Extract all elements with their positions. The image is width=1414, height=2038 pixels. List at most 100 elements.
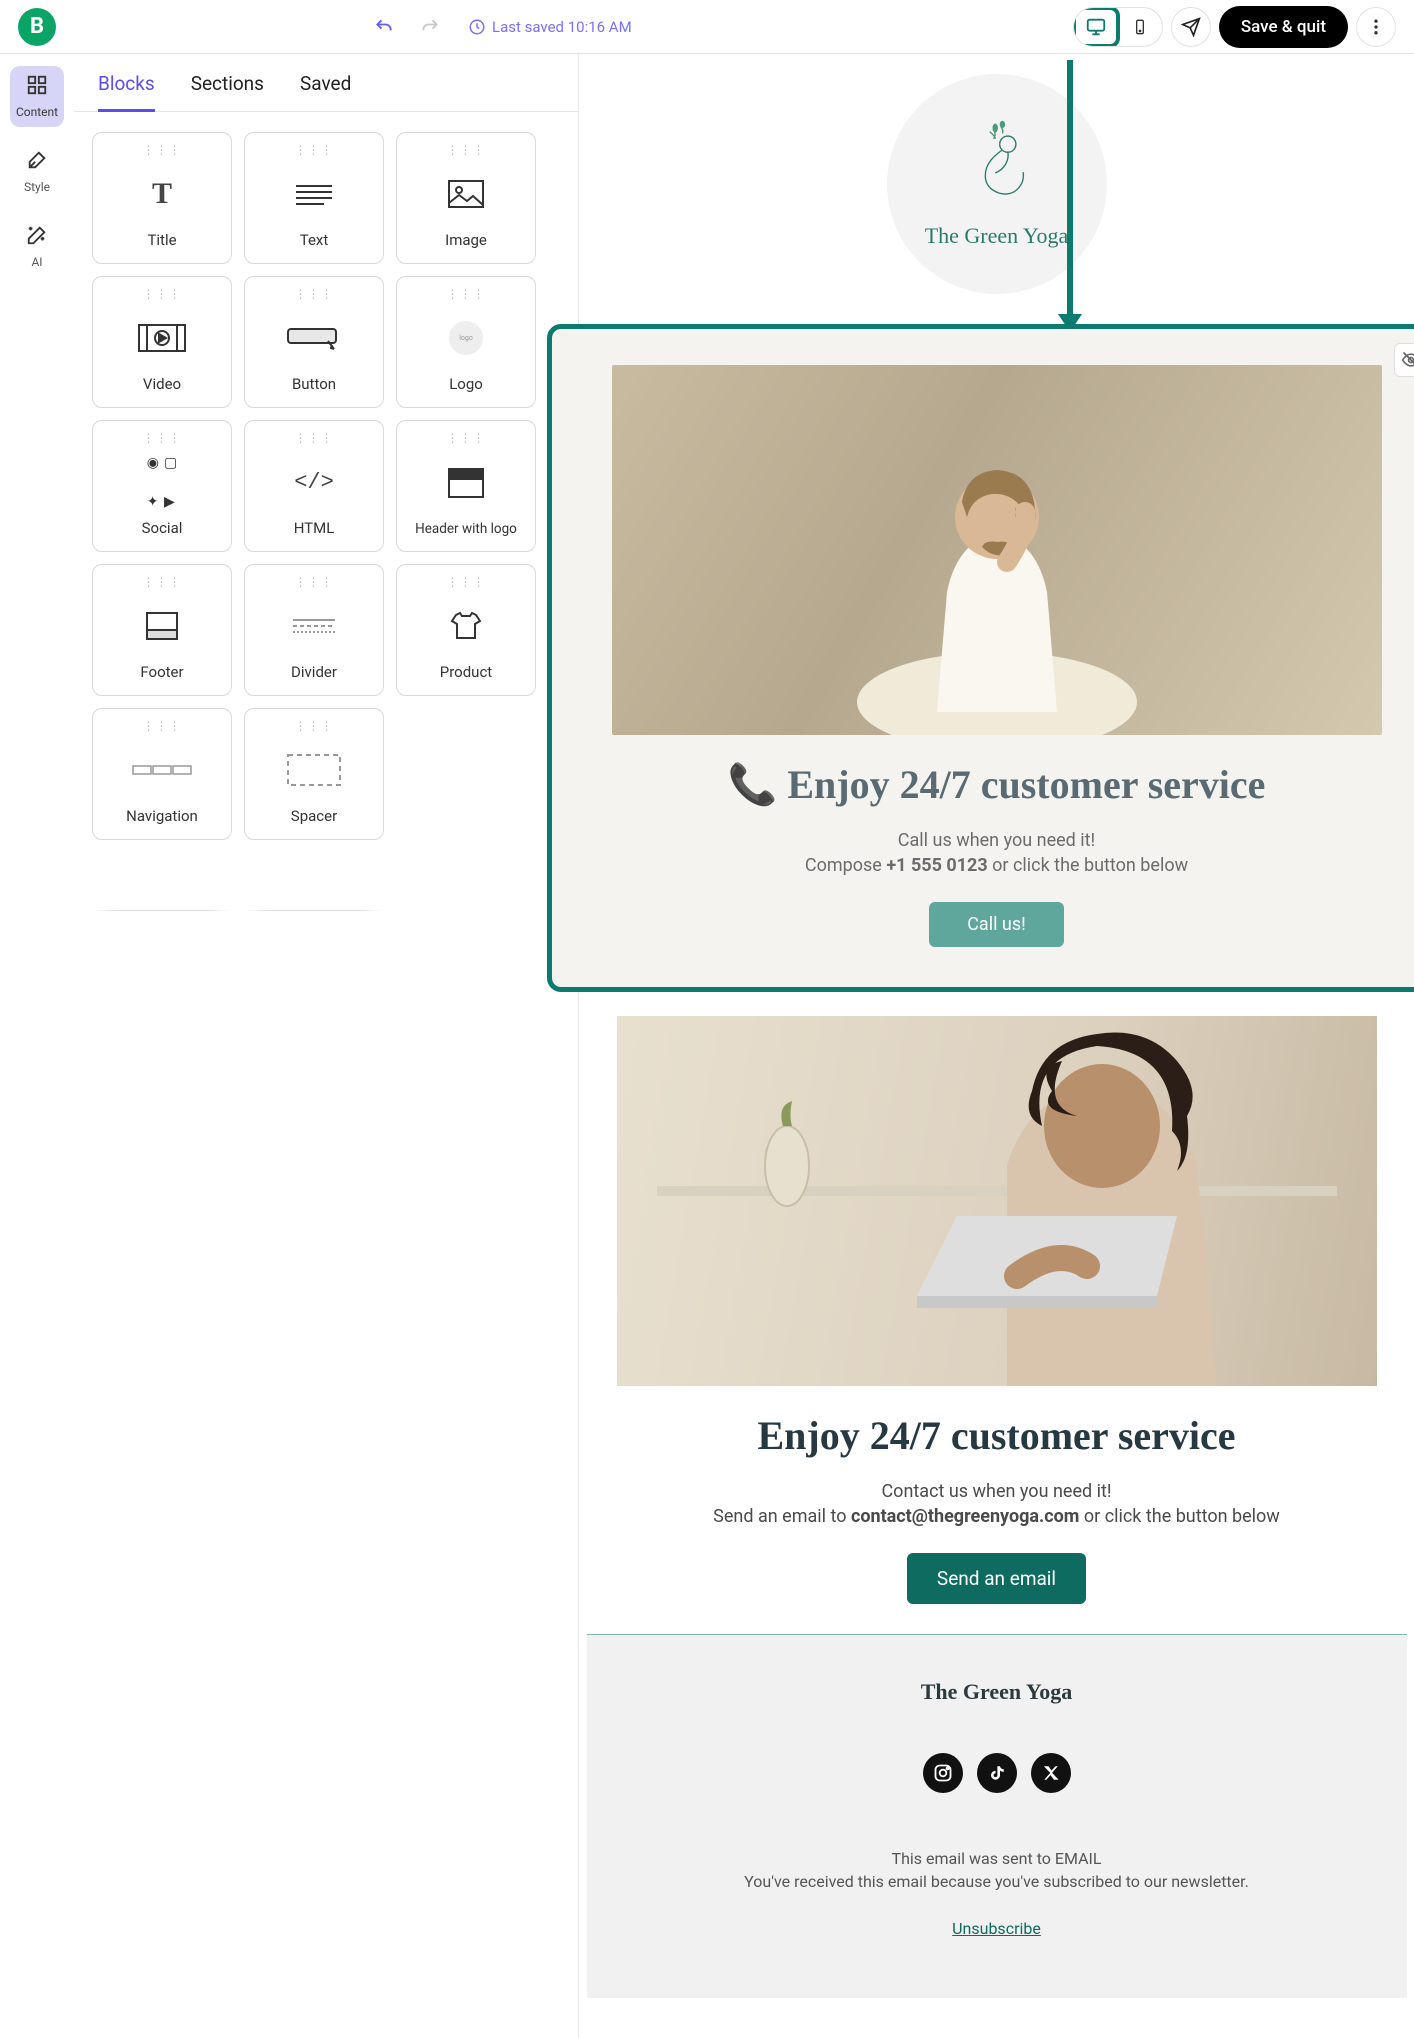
selected-section[interactable]: 📞 Enjoy 24/7 customer service Call us wh… (547, 324, 1414, 992)
block-label: Title (147, 231, 176, 249)
section-hero-image[interactable] (617, 1016, 1377, 1386)
block-social[interactable]: ⋮⋮⋮ ◉▢✦▶ Social (92, 420, 232, 552)
block-label: Product (440, 663, 492, 681)
save-quit-button[interactable]: Save & quit (1219, 6, 1348, 48)
drag-handle-icon: ⋮⋮⋮ (295, 143, 334, 157)
footer-sent-to: This email was sent to EMAIL (617, 1849, 1377, 1868)
block-label: Spacer (291, 807, 337, 825)
block-navigation[interactable]: ⋮⋮⋮ Navigation (92, 708, 232, 840)
more-menu-button[interactable] (1356, 7, 1396, 47)
block-label: Navigation (126, 807, 198, 825)
block-footer[interactable]: ⋮⋮⋮ Footer (92, 564, 232, 696)
block-label: Footer (140, 663, 183, 681)
block-label: Header with logo (415, 521, 517, 537)
tab-sections[interactable]: Sections (191, 72, 264, 112)
mobile-preview-button[interactable] (1118, 8, 1162, 46)
code-icon: </> (294, 445, 334, 519)
rail-style-label: Style (24, 180, 50, 194)
rail-ai[interactable]: AI (20, 216, 54, 277)
section-subtitle-2[interactable]: Send an email to contact@thegreenyoga.co… (617, 1506, 1377, 1527)
block-video[interactable]: ⋮⋮⋮ Video (92, 276, 232, 408)
rail-content[interactable]: Content (10, 66, 64, 127)
rail-content-label: Content (16, 105, 58, 119)
email-section[interactable]: Enjoy 24/7 customer service Contact us w… (587, 1016, 1407, 1604)
block-label: Button (292, 375, 336, 393)
tab-blocks[interactable]: Blocks (98, 72, 155, 112)
footer-social-row (617, 1753, 1377, 1793)
rail-ai-label: AI (31, 255, 42, 269)
email-canvas[interactable]: The Green Yoga (579, 54, 1414, 2038)
block-logo[interactable]: ⋮⋮⋮ logo Logo (396, 276, 536, 408)
drag-handle-icon: ⋮⋮⋮ (143, 575, 182, 589)
send-email-button[interactable]: Send an email (907, 1553, 1086, 1604)
block-text[interactable]: ⋮⋮⋮ Text (244, 132, 384, 264)
send-test-button[interactable] (1171, 7, 1211, 47)
sidebar-tabs: Blocks Sections Saved (92, 66, 554, 112)
blocks-grid: ⋮⋮⋮ T Title ⋮⋮⋮ Text ⋮⋮⋮ Image ⋮⋮⋮ (92, 132, 554, 840)
section-subtitle-1[interactable]: Call us when you need it! (612, 830, 1382, 851)
section-title[interactable]: Enjoy 24/7 customer service (617, 1412, 1377, 1459)
block-button[interactable]: ⋮⋮⋮ Button (244, 276, 384, 408)
title-icon: T (152, 157, 172, 231)
block-label: Logo (449, 375, 483, 393)
drag-handle-icon: ⋮⋮⋮ (295, 719, 334, 733)
tshirt-icon (448, 589, 484, 663)
block-label: Image (445, 231, 487, 249)
brand-name-text: The Green Yoga (925, 223, 1069, 249)
social-icons-icon: ◉▢✦▶ (147, 445, 177, 519)
phone-emoji-icon: 📞 (728, 762, 778, 807)
redo-button[interactable] (412, 9, 448, 45)
drag-handle-icon: ⋮⋮⋮ (447, 287, 486, 301)
x-twitter-icon[interactable] (1031, 1753, 1071, 1793)
block-title[interactable]: ⋮⋮⋮ T Title (92, 132, 232, 264)
spacer-icon (286, 733, 342, 807)
drag-handle-icon: ⋮⋮⋮ (447, 431, 486, 445)
brand-logo: The Green Yoga (887, 74, 1107, 294)
drag-handle-icon: ⋮⋮⋮ (447, 575, 486, 589)
rail-style[interactable]: Style (18, 141, 56, 202)
email-footer-section[interactable]: The Green Yoga This email was sent to EM… (587, 1634, 1407, 1998)
drag-handle-icon: ⋮⋮⋮ (143, 287, 182, 301)
text-lines-icon (294, 157, 334, 231)
block-spacer[interactable]: ⋮⋮⋮ Spacer (244, 708, 384, 840)
navigation-icon (132, 733, 192, 807)
drag-handle-icon: ⋮⋮⋮ (143, 143, 182, 157)
drag-handle-icon: ⋮⋮⋮ (295, 575, 334, 589)
block-divider[interactable]: ⋮⋮⋮ Divider (244, 564, 384, 696)
divider-icon (291, 589, 337, 663)
undo-button[interactable] (366, 9, 402, 45)
call-us-button[interactable]: Call us! (929, 902, 1064, 947)
block-product[interactable]: ⋮⋮⋮ Product (396, 564, 536, 696)
style-icon (26, 149, 48, 176)
left-rail: Content Style AI (0, 54, 74, 2038)
unsubscribe-link[interactable]: Unsubscribe (617, 1919, 1377, 1938)
tab-saved[interactable]: Saved (300, 72, 351, 112)
divider-line (92, 910, 232, 911)
preview-mode-toggle (1073, 7, 1163, 47)
footer-icon (145, 589, 179, 663)
video-icon (137, 301, 187, 375)
drag-handle-icon: ⋮⋮⋮ (447, 143, 486, 157)
last-saved-label: Last saved 10:16 AM (468, 18, 632, 36)
block-html[interactable]: ⋮⋮⋮ </> HTML (244, 420, 384, 552)
block-header-with-logo[interactable]: ⋮⋮⋮ Header with logo (396, 420, 536, 552)
block-label: Text (300, 231, 329, 249)
visibility-toggle-button[interactable] (1394, 343, 1414, 377)
block-label: Divider (291, 663, 337, 681)
grid-icon (26, 74, 48, 101)
desktop-preview-button[interactable] (1074, 8, 1118, 46)
image-icon (447, 157, 485, 231)
top-toolbar: B Last saved 10:16 AM Save & quit (0, 0, 1414, 54)
section-subtitle-1[interactable]: Contact us when you need it! (617, 1481, 1377, 1502)
drag-handle-icon: ⋮⋮⋮ (143, 719, 182, 733)
section-hero-image[interactable] (612, 365, 1382, 735)
block-image[interactable]: ⋮⋮⋮ Image (396, 132, 536, 264)
section-subtitle-2[interactable]: Compose +1 555 0123 or click the button … (612, 855, 1382, 876)
brand-header[interactable]: The Green Yoga (587, 54, 1407, 324)
app-logo[interactable]: B (18, 8, 56, 46)
button-icon (286, 301, 342, 375)
instagram-icon[interactable] (923, 1753, 963, 1793)
section-title[interactable]: 📞 Enjoy 24/7 customer service (612, 761, 1382, 808)
yoga-figure-icon (952, 119, 1042, 209)
tiktok-icon[interactable] (977, 1753, 1017, 1793)
